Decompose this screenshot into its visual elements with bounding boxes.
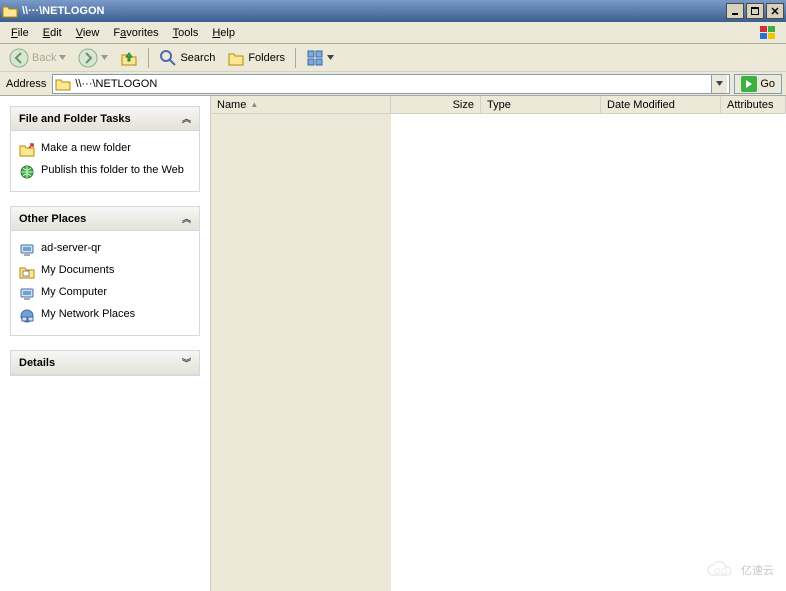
folders-icon — [227, 49, 245, 67]
folder-icon — [55, 76, 71, 92]
search-label: Search — [180, 52, 215, 64]
views-button[interactable] — [301, 46, 339, 70]
maximize-button[interactable] — [746, 3, 764, 19]
views-icon — [306, 49, 324, 67]
dropdown-icon — [59, 55, 66, 60]
column-size[interactable]: Size — [391, 96, 481, 113]
computer-icon — [19, 242, 35, 258]
go-label: Go — [760, 78, 775, 90]
menu-file[interactable]: File — [4, 25, 36, 41]
address-label: Address — [4, 78, 48, 90]
forward-icon — [78, 48, 98, 68]
link-label: My Documents — [41, 264, 114, 276]
file-list[interactable] — [211, 114, 786, 591]
sort-asc-icon: ▲ — [250, 100, 258, 109]
window-title: \\···\NETLOGON — [22, 5, 726, 17]
other-place-documents[interactable]: My Documents — [19, 261, 191, 283]
address-input[interactable] — [71, 78, 711, 90]
toolbar-separator — [148, 48, 149, 68]
panel-header[interactable]: Details ︾ — [11, 351, 199, 375]
panel-header[interactable]: File and Folder Tasks ︽ — [11, 107, 199, 131]
address-bar: Address Go — [0, 72, 786, 96]
toolbar-separator — [295, 48, 296, 68]
watermark-text: 亿速云 — [741, 562, 774, 578]
back-icon — [9, 48, 29, 68]
minimize-button[interactable] — [726, 3, 744, 19]
up-button[interactable] — [115, 46, 143, 70]
column-date[interactable]: Date Modified — [601, 96, 721, 113]
dropdown-icon — [327, 55, 334, 60]
close-button[interactable] — [766, 3, 784, 19]
empty-selection-strip — [211, 114, 391, 591]
column-type[interactable]: Type — [481, 96, 601, 113]
folders-button[interactable]: Folders — [222, 46, 290, 70]
panel-title: Details — [19, 357, 55, 369]
collapse-icon: ︽ — [182, 112, 191, 125]
file-tasks-panel: File and Folder Tasks ︽ Make a new folde… — [10, 106, 200, 192]
column-name[interactable]: Name ▲ — [211, 96, 391, 113]
network-places-icon — [19, 308, 35, 324]
my-computer-icon — [19, 286, 35, 302]
menu-favorites[interactable]: Favorites — [106, 25, 165, 41]
publish-web-icon — [19, 164, 35, 180]
panel-title: Other Places — [19, 213, 86, 225]
column-attributes[interactable]: Attributes — [721, 96, 786, 113]
menu-edit[interactable]: Edit — [36, 25, 69, 41]
search-button[interactable]: Search — [154, 46, 220, 70]
other-place-server[interactable]: ad-server-qr — [19, 239, 191, 261]
menu-view[interactable]: View — [69, 25, 107, 41]
link-label: My Computer — [41, 286, 107, 298]
toolbar: Back Search Folders — [0, 44, 786, 72]
link-label: My Network Places — [41, 308, 135, 320]
windows-flag-icon — [754, 22, 782, 44]
content-area: File and Folder Tasks ︽ Make a new folde… — [0, 96, 786, 591]
title-bar: \\···\NETLOGON — [0, 0, 786, 22]
panel-header[interactable]: Other Places ︽ — [11, 207, 199, 231]
column-headers: Name ▲ Size Type Date Modified Attribute… — [211, 96, 786, 114]
link-label: ad-server-qr — [41, 242, 101, 254]
side-pane: File and Folder Tasks ︽ Make a new folde… — [0, 96, 210, 591]
menu-help[interactable]: Help — [205, 25, 242, 41]
cloud-icon — [705, 559, 735, 581]
other-places-panel: Other Places ︽ ad-server-qr My Documents… — [10, 206, 200, 336]
other-place-mycomputer[interactable]: My Computer — [19, 283, 191, 305]
panel-title: File and Folder Tasks — [19, 113, 131, 125]
folders-label: Folders — [248, 52, 285, 64]
back-button[interactable]: Back — [4, 45, 71, 71]
link-label: Make a new folder — [41, 142, 131, 154]
menu-bar: File Edit View Favorites Tools Help — [0, 22, 786, 44]
other-place-network[interactable]: My Network Places — [19, 305, 191, 327]
forward-button[interactable] — [73, 45, 113, 71]
dropdown-icon — [101, 55, 108, 60]
details-panel: Details ︾ — [10, 350, 200, 376]
new-folder-icon — [19, 142, 35, 158]
go-arrow-icon — [741, 76, 757, 92]
publish-folder-link[interactable]: Publish this folder to the Web — [19, 161, 191, 183]
documents-icon — [19, 264, 35, 280]
search-icon — [159, 49, 177, 67]
back-label: Back — [32, 52, 56, 64]
watermark: 亿速云 — [705, 559, 774, 581]
link-label: Publish this folder to the Web — [41, 164, 184, 176]
address-dropdown[interactable] — [711, 75, 727, 93]
go-button[interactable]: Go — [734, 74, 782, 94]
collapse-icon: ︽ — [182, 212, 191, 225]
expand-icon: ︾ — [182, 356, 191, 369]
address-input-wrap — [52, 74, 730, 94]
menu-tools[interactable]: Tools — [166, 25, 206, 41]
up-folder-icon — [120, 49, 138, 67]
file-list-area: Name ▲ Size Type Date Modified Attribute… — [210, 96, 786, 591]
make-new-folder-link[interactable]: Make a new folder — [19, 139, 191, 161]
folder-icon — [2, 3, 18, 19]
